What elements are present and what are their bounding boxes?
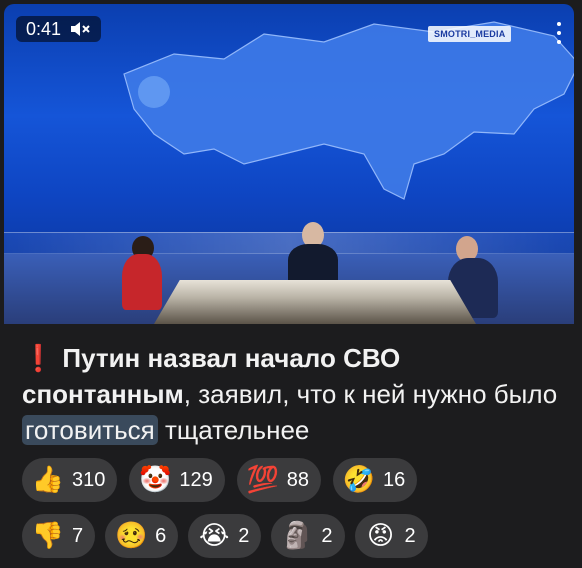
- more-vertical-icon[interactable]: [552, 20, 566, 46]
- presenter-left: [122, 254, 162, 310]
- reaction-count: 16: [383, 468, 406, 491]
- reaction-count: 2: [404, 524, 416, 547]
- studio-table: [154, 280, 476, 324]
- reaction-count: 88: [286, 468, 309, 491]
- reaction-thumbs-up[interactable]: 👍 310: [22, 458, 118, 502]
- woozy-face-icon: 🥴: [114, 521, 148, 551]
- reaction-count: 310: [72, 468, 106, 491]
- reaction-count: 7: [72, 524, 84, 547]
- clown-face-icon: 🤡: [139, 465, 172, 495]
- post-text-highlight[interactable]: готовиться: [22, 415, 158, 445]
- reaction-angry[interactable]: 😡 2: [354, 514, 428, 558]
- reaction-count: 2: [238, 524, 250, 547]
- reaction-clown[interactable]: 🤡 129: [129, 458, 225, 502]
- post-text: ❗ Путин назвал начало СВО спонтанным, зая…: [22, 340, 572, 448]
- video-player[interactable]: 0:41 SMOTRI_MEDIA: [4, 4, 574, 324]
- video-timecode[interactable]: 0:41: [16, 16, 102, 42]
- moai-icon: 🗿: [281, 521, 314, 551]
- video-banner: [4, 232, 574, 254]
- channel-watermark: SMOTRI_MEDIA: [428, 26, 512, 42]
- video-time: 0:41: [26, 18, 62, 39]
- rolling-laughing-icon: 🤣: [342, 465, 376, 495]
- red-exclamation-icon: ❗: [22, 343, 55, 373]
- angry-face-icon: 😡: [366, 521, 395, 551]
- russia-map: [123, 21, 574, 200]
- thumbs-up-icon: 👍: [31, 465, 65, 495]
- thumbs-down-icon: 👎: [31, 521, 65, 551]
- speaker-center: [288, 244, 338, 284]
- reactions-bar: 👍 310 🤡 129 💯 88 🤣 16 👎 7 🥴 6 😭 2 🗿 2 😡 …: [22, 458, 578, 568]
- post-text-mid: , заявил, что к ней нужно было: [183, 379, 558, 409]
- reaction-count: 2: [321, 524, 333, 547]
- reaction-count: 129: [179, 468, 213, 491]
- reaction-thumbs-down[interactable]: 👎 7: [22, 514, 96, 558]
- reaction-woozy[interactable]: 🥴 6: [105, 514, 179, 558]
- crying-face-icon: 😭: [199, 521, 230, 551]
- reaction-crying[interactable]: 😭 2: [188, 514, 262, 558]
- reaction-count: 6: [155, 524, 167, 547]
- muted-speaker-icon[interactable]: [69, 20, 91, 38]
- reaction-rolling-laughing[interactable]: 🤣 16: [333, 458, 418, 502]
- reaction-moai[interactable]: 🗿 2: [271, 514, 345, 558]
- reaction-hundred[interactable]: 💯 88: [236, 458, 321, 502]
- hundred-points-icon: 💯: [246, 465, 279, 495]
- post-text-end: тщательнее: [157, 415, 310, 445]
